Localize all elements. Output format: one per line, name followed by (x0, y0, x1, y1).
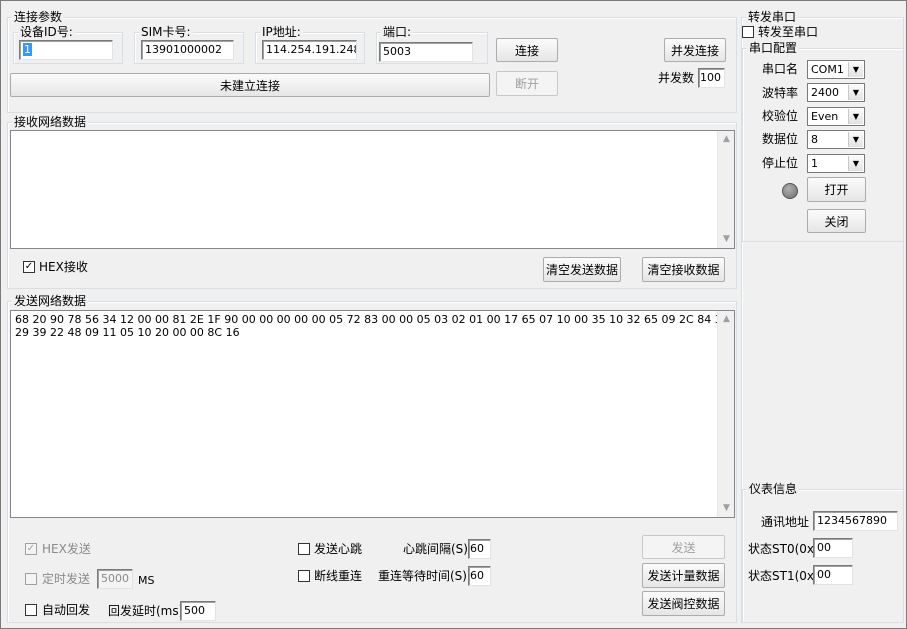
meter-info-title: 仪表信息 (747, 482, 800, 496)
reply-delay-input[interactable]: 500 (180, 601, 216, 621)
connect-button[interactable]: 连接 (496, 38, 558, 62)
concurrent-count-input[interactable]: 100 (698, 68, 725, 88)
connection-status-button[interactable]: 未建立连接 (10, 73, 490, 97)
timed-send-checkbox[interactable] (25, 573, 37, 585)
baud-rate-value: 2400 (811, 86, 839, 99)
serial-status-led-icon (782, 183, 798, 199)
send-meter-data-button[interactable]: 发送计量数据 (642, 563, 725, 588)
status-st1-label: 状态ST1(0x) (748, 569, 819, 583)
serial-close-button[interactable]: 关闭 (807, 209, 866, 233)
reply-delay-label: 回发延时(ms) (108, 604, 184, 618)
forward-serial-title: 转发串口 (746, 10, 799, 24)
data-bits-value: 8 (811, 133, 818, 146)
receive-data-textarea[interactable]: ▲ ▼ (10, 130, 735, 249)
send-data-title: 发送网络数据 (12, 294, 89, 308)
port-label: 端口: (381, 25, 414, 39)
forward-to-serial-label: 转发至串口 (758, 25, 819, 39)
timed-send-input[interactable]: 5000 (97, 569, 133, 589)
clear-receive-button[interactable]: 清空接收数据 (642, 257, 725, 282)
port-name-value: COM1 (811, 63, 844, 76)
scroll-up-icon[interactable]: ▲ (718, 311, 734, 328)
parity-label: 校验位 (762, 109, 799, 123)
comm-address-label: 通讯地址 (761, 515, 810, 529)
receive-data-title: 接收网络数据 (12, 115, 89, 129)
scroll-down-icon[interactable]: ▼ (718, 500, 734, 517)
stop-bits-label: 停止位 (762, 156, 799, 170)
parity-select[interactable]: Even ▼ (807, 107, 865, 126)
scroll-up-icon[interactable]: ▲ (718, 131, 734, 148)
chevron-down-icon[interactable]: ▼ (848, 62, 863, 77)
chevron-down-icon[interactable]: ▼ (848, 109, 863, 124)
forward-to-serial-checkbox[interactable] (742, 26, 754, 38)
hex-send-checkbox[interactable]: ✓ (25, 543, 37, 555)
hex-receive-label: HEX接收 (39, 260, 88, 274)
auto-reply-label: 自动回发 (42, 603, 91, 617)
port-name-select[interactable]: COM1 ▼ (807, 60, 865, 79)
heartbeat-interval-input[interactable]: 60 (468, 539, 491, 559)
ip-label: IP地址: (260, 25, 303, 39)
device-id-value: 1 (23, 43, 32, 56)
sim-label: SIM卡号: (139, 25, 193, 39)
heartbeat-label: 发送心跳 (314, 542, 363, 556)
disconnect-button[interactable]: 断开 (496, 71, 558, 96)
data-bits-label: 数据位 (762, 132, 799, 146)
send-valve-data-button[interactable]: 发送阀控数据 (642, 591, 725, 616)
send-data-textarea[interactable]: 68 20 90 78 56 34 12 00 00 81 2E 1F 90 0… (10, 310, 735, 518)
baud-rate-label: 波特率 (762, 86, 799, 100)
serial-open-button[interactable]: 打开 (807, 177, 866, 202)
concurrent-count-label: 并发数 (658, 71, 695, 85)
port-input[interactable]: 5003 (379, 42, 473, 62)
device-id-label: 设备ID号: (18, 25, 75, 39)
send-data-line-2: 29 39 22 48 09 11 05 10 20 00 00 8C 16 (15, 326, 240, 339)
timed-send-unit: MS (138, 574, 155, 587)
reconnect-checkbox[interactable] (298, 570, 310, 582)
app-window: 连接参数 设备ID号: 1 SIM卡号: 13901000002 IP地址: 1… (0, 0, 907, 629)
reconnect-wait-label: 重连等待时间(S) (378, 569, 467, 583)
device-id-input[interactable]: 1 (19, 40, 113, 60)
send-data-line-1: 68 20 90 78 56 34 12 00 00 81 2E 1F 90 0… (15, 313, 734, 326)
timed-send-label: 定时发送 (42, 572, 91, 586)
reconnect-wait-input[interactable]: 60 (468, 566, 491, 586)
serial-config-title: 串口配置 (747, 41, 800, 55)
hex-receive-checkbox[interactable]: ✓ (23, 261, 35, 273)
status-st0-input[interactable]: 00 (813, 538, 853, 558)
hex-send-label: HEX发送 (42, 542, 91, 556)
clear-send-button[interactable]: 清空发送数据 (543, 257, 621, 282)
stop-bits-value: 1 (811, 157, 818, 170)
baud-rate-select[interactable]: 2400 ▼ (807, 83, 865, 102)
receive-scrollbar[interactable]: ▲ ▼ (717, 131, 734, 248)
stop-bits-select[interactable]: 1 ▼ (807, 154, 865, 173)
chevron-down-icon[interactable]: ▼ (848, 85, 863, 100)
ip-input[interactable]: 114.254.191.248 (262, 40, 357, 60)
chevron-down-icon[interactable]: ▼ (848, 132, 863, 147)
sim-input[interactable]: 13901000002 (141, 40, 234, 60)
scroll-down-icon[interactable]: ▼ (718, 231, 734, 248)
send-button[interactable]: 发送 (642, 535, 725, 559)
status-st0-label: 状态ST0(0x) (748, 542, 819, 556)
heartbeat-checkbox[interactable] (298, 543, 310, 555)
connection-params-title: 连接参数 (12, 10, 65, 24)
send-scrollbar[interactable]: ▲ ▼ (717, 311, 734, 517)
heartbeat-interval-label: 心跳间隔(S) (403, 542, 468, 556)
concurrent-connect-button[interactable]: 并发连接 (664, 38, 726, 62)
comm-address-input[interactable]: 1234567890 (813, 511, 898, 531)
chevron-down-icon[interactable]: ▼ (848, 156, 863, 171)
parity-value: Even (811, 110, 839, 123)
auto-reply-checkbox[interactable] (25, 604, 37, 616)
data-bits-select[interactable]: 8 ▼ (807, 130, 865, 149)
reconnect-label: 断线重连 (314, 569, 363, 583)
status-st1-input[interactable]: 00 (813, 565, 853, 585)
port-name-label: 串口名 (762, 62, 799, 76)
